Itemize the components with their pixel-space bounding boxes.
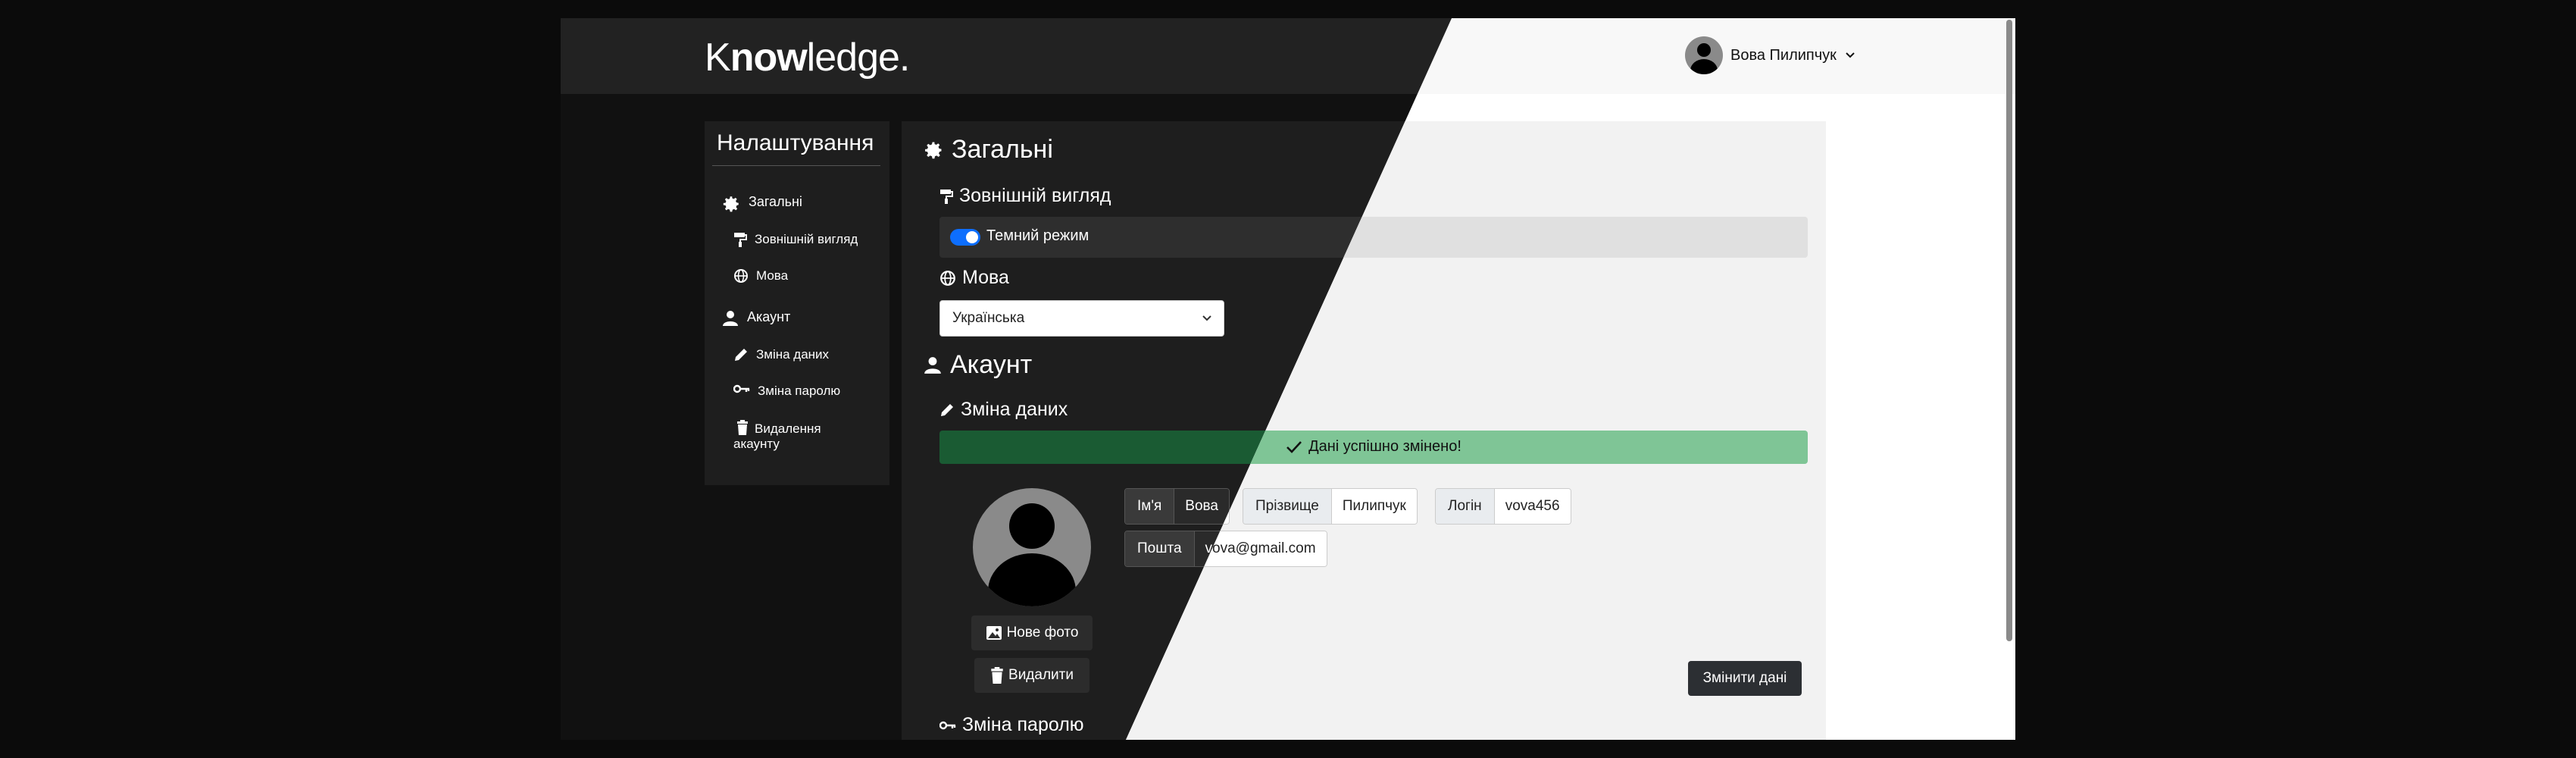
last-name-field[interactable]: Прізвище Пилипчук [1243,488,1418,525]
language-select[interactable]: Українська [939,300,1224,337]
new-photo-button[interactable]: Нове фото [971,615,1093,650]
avatar [1685,36,1723,74]
section-title-appearance: Зовнішній вигляд [939,185,1111,207]
sidebar-item-language[interactable]: Мова [733,268,788,283]
check-icon [1286,440,1302,453]
sidebar-item-label: Зміна паролю [758,384,841,398]
section-title-account: Акаунт [923,350,1032,380]
sidebar-item-label: Загальні [749,194,802,209]
trash-icon [991,667,1003,684]
user-icon [924,356,941,374]
app-window: Knowledge. Вова Пилипчук Налаштування За… [561,18,2015,740]
user-menu[interactable]: Вова Пилипчук [1685,36,1856,74]
globe-icon [940,270,955,286]
pencil-icon [735,349,747,361]
divider [712,165,880,166]
logo[interactable]: Knowledge. [705,35,910,80]
delete-photo-button[interactable]: Видалити [974,658,1089,693]
image-icon [986,626,1002,640]
sidebar-item-label: Зовнішній вигляд [755,232,858,246]
sidebar-item-label: Зміна даних [756,347,830,362]
key-icon [733,384,750,393]
sidebar-item-general[interactable]: Загальні [721,194,802,214]
user-icon [723,311,738,326]
chevron-down-icon [1846,52,1855,58]
sidebar-item-delete-account[interactable]: Видалення акаунту [733,420,855,452]
section-title-change-password: Зміна паролю [939,714,1084,736]
chevron-down-icon [1202,315,1211,321]
trash-icon [737,420,748,435]
paint-roller-icon [940,189,953,204]
key-icon [939,721,956,729]
gear-icon [723,196,739,212]
sidebar-item-change-data[interactable]: Зміна даних [733,347,829,362]
settings-sidebar: Налаштування Загальні Зовнішній вигляд М… [705,121,889,485]
sidebar-title: Налаштування [717,130,874,155]
sidebar-item-appearance[interactable]: Зовнішній вигляд [733,232,858,247]
user-name: Вова Пилипчук [1730,46,1837,64]
scrollbar[interactable] [2006,20,2012,641]
dark-mode-label: Темний режим [986,227,1089,244]
section-title-language: Мова [939,267,1009,289]
pencil-icon [941,403,953,416]
gear-icon [925,142,942,158]
first-name-field[interactable]: Ім'я Вова [1124,488,1230,525]
paint-roller-icon [734,233,747,247]
sidebar-item-label: Акаунт [747,309,791,324]
sidebar-item-change-password[interactable]: Зміна паролю [733,384,840,399]
sidebar-item-account[interactable]: Акаунт [721,309,790,327]
section-title-change-data: Зміна даних [939,399,1068,421]
profile-photo [973,488,1091,606]
submit-change-data-button[interactable]: Змінити дані [1688,661,1802,696]
dark-mode-toggle[interactable] [950,229,980,246]
sidebar-item-label: Мова [756,268,789,283]
login-field[interactable]: Логін vova456 [1435,488,1571,525]
section-title-general: Загальні [923,135,1053,164]
globe-icon [734,269,748,283]
